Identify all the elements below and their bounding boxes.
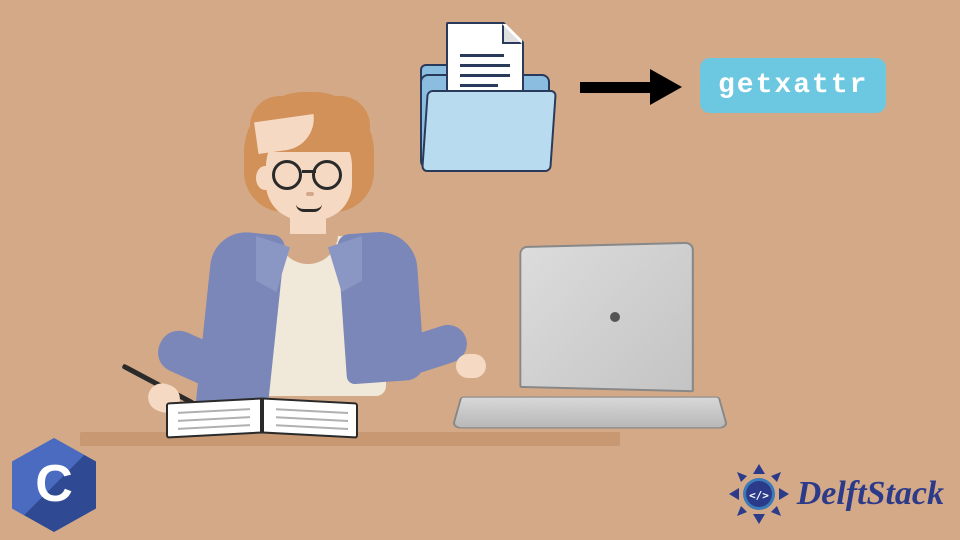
delftstack-logo: </> DelftStack xyxy=(727,462,944,526)
svg-text:</>: </> xyxy=(749,489,769,502)
laptop xyxy=(460,244,730,444)
c-language-logo: C xyxy=(12,438,96,532)
open-notebook xyxy=(166,400,366,440)
delftstack-text: DelftStack xyxy=(797,475,944,513)
function-name-badge: getxattr xyxy=(700,58,886,113)
c-letter: C xyxy=(35,454,73,514)
right-arrow-icon xyxy=(580,72,690,102)
delftstack-emblem-icon: </> xyxy=(727,462,791,526)
